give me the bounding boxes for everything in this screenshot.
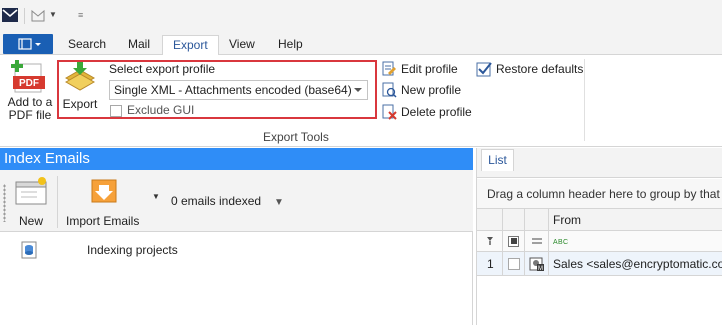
exclude-gui-label: Exclude GUI bbox=[127, 103, 195, 117]
new-project-icon bbox=[15, 177, 47, 205]
new-project-label: New bbox=[19, 214, 44, 228]
delete-profile-label: Delete profile bbox=[401, 105, 472, 119]
mail-app-icon bbox=[2, 8, 18, 22]
add-to-pdf-button[interactable]: PDF Add to a PDF file bbox=[4, 58, 54, 126]
tab-list[interactable]: List bbox=[481, 149, 514, 171]
from-column-header[interactable]: From bbox=[549, 209, 722, 230]
edit-profile-label: Edit profile bbox=[401, 62, 458, 76]
filter-checkbox-cell[interactable] bbox=[503, 231, 525, 251]
indexing-projects-node[interactable]: Indexing projects bbox=[87, 243, 178, 257]
import-emails-label: Import Emails bbox=[66, 214, 140, 228]
edit-icon bbox=[382, 61, 396, 76]
ribbon-panel: PDF Add to a PDF file Export Select expo… bbox=[0, 55, 722, 147]
emails-indexed-status: 0 emails indexed bbox=[171, 194, 262, 208]
ribbon-group-separator bbox=[584, 59, 585, 141]
tab-export[interactable]: Export bbox=[162, 35, 219, 56]
grid-header-row: From bbox=[477, 209, 722, 231]
export-button[interactable]: Export bbox=[60, 58, 100, 114]
row-checkbox[interactable] bbox=[503, 252, 525, 275]
ribbon-tab-bar: Search Mail Export View Help bbox=[0, 32, 722, 56]
index-emails-toolbar: New Import Emails ▼ 0 emails indexed ▼ bbox=[0, 170, 473, 232]
export-icon bbox=[64, 60, 96, 91]
customize-toolbar-icon[interactable]: ≡ bbox=[78, 10, 83, 20]
export-tools-group-caption: Export Tools bbox=[263, 130, 329, 144]
delete-profile-button[interactable]: Delete profile bbox=[381, 103, 472, 121]
checkmark-icon bbox=[476, 62, 492, 77]
svg-text:M: M bbox=[538, 266, 543, 272]
restore-defaults-label: Restore defaults bbox=[496, 62, 584, 76]
index-emails-header: Index Emails bbox=[0, 148, 473, 170]
new-project-button[interactable]: New bbox=[12, 174, 52, 230]
export-profile-select[interactable]: Single XML - Attachments encoded (base64… bbox=[109, 80, 368, 100]
quick-access-dropdown-icon[interactable]: ▼ bbox=[49, 10, 57, 19]
new-profile-icon bbox=[382, 82, 397, 98]
toolbar-separator bbox=[57, 176, 58, 228]
restore-defaults-button[interactable]: Restore defaults bbox=[476, 60, 583, 78]
filter-row: A B C bbox=[477, 231, 722, 252]
export-profile-value: Single XML - Attachments encoded (base64… bbox=[114, 83, 352, 97]
svg-text:PDF: PDF bbox=[19, 78, 39, 89]
import-icon bbox=[91, 179, 117, 203]
import-emails-button[interactable]: Import Emails bbox=[64, 174, 144, 230]
tab-view[interactable]: View bbox=[219, 35, 265, 56]
row-indicator-header bbox=[477, 209, 503, 230]
quick-access-icon[interactable] bbox=[31, 9, 45, 23]
edit-profile-button[interactable]: Edit profile bbox=[381, 60, 458, 78]
delete-icon bbox=[382, 104, 397, 120]
database-icon bbox=[21, 241, 37, 259]
row-from: Sales <sales@encryptomatic.com> bbox=[553, 256, 722, 271]
table-row[interactable]: 1 M Sales <sales@encryptomatic.com> bbox=[477, 252, 722, 276]
select-export-profile-label: Select export profile bbox=[109, 62, 216, 76]
file-menu-icon bbox=[18, 38, 41, 50]
tab-help[interactable]: Help bbox=[268, 35, 313, 56]
add-to-pdf-label-line2: PDF file bbox=[8, 108, 52, 122]
email-message-icon: M bbox=[525, 252, 549, 275]
pdf-add-icon: PDF bbox=[11, 60, 45, 93]
toolbar-overflow-icon[interactable]: ▼ bbox=[274, 197, 284, 208]
type-column-header[interactable] bbox=[525, 209, 549, 230]
import-dropdown-icon[interactable]: ▼ bbox=[152, 192, 160, 201]
new-profile-label: New profile bbox=[401, 83, 462, 97]
tab-mail[interactable]: Mail bbox=[118, 35, 160, 56]
quick-access-separator bbox=[24, 8, 25, 24]
equals-icon[interactable] bbox=[525, 231, 549, 251]
text-filter-icon[interactable]: A B C bbox=[549, 231, 722, 251]
tab-search[interactable]: Search bbox=[58, 35, 116, 56]
checkbox-column-header[interactable] bbox=[503, 209, 525, 230]
list-pane: List Drag a column header here to group … bbox=[476, 148, 722, 325]
svg-text:C: C bbox=[563, 239, 568, 246]
exclude-gui-checkbox[interactable] bbox=[110, 105, 122, 117]
export-label: Export bbox=[62, 97, 98, 111]
index-tree-panel: Indexing projects bbox=[0, 232, 473, 325]
title-bar: ▼ ≡ bbox=[0, 0, 722, 32]
row-index: 1 bbox=[477, 252, 503, 275]
file-menu-button[interactable] bbox=[3, 34, 53, 54]
chevron-down-icon bbox=[354, 88, 362, 92]
filter-icon bbox=[477, 231, 503, 251]
new-profile-button[interactable]: New profile bbox=[381, 81, 461, 99]
group-by-panel[interactable]: Drag a column header here to group by th… bbox=[477, 179, 722, 209]
toolbar-grip[interactable] bbox=[3, 184, 6, 222]
list-tab-strip: List bbox=[477, 148, 722, 178]
